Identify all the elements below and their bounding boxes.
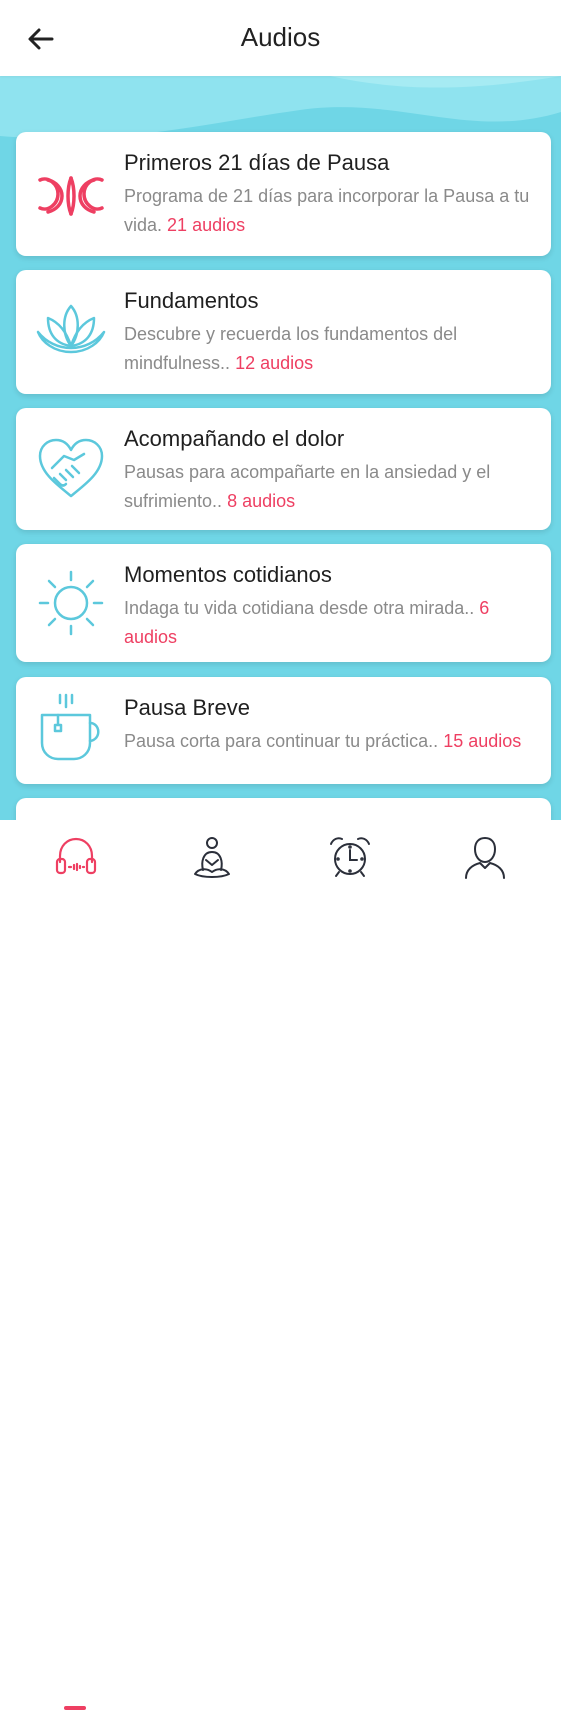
category-description-text: Indaga tu vida cotidiana desde otra mira… (124, 598, 475, 618)
category-card-partial[interactable] (16, 798, 551, 820)
meditation-icon (194, 837, 230, 878)
category-description: Pausa corta para continuar tu práctica..… (124, 727, 537, 756)
audio-count: 21 audios (167, 215, 246, 235)
category-title: Pausa Breve (124, 695, 250, 720)
sun-icon (38, 570, 104, 636)
page-title: Audios (240, 22, 321, 52)
category-card-primeros-21-dias[interactable]: Primeros 21 días de Pausa Programa de 21… (16, 132, 551, 256)
tab-meditation[interactable] (182, 834, 242, 894)
audio-count: 15 audios (443, 731, 522, 751)
alarm-clock-icon (330, 837, 370, 877)
audio-count: 12 audios (235, 353, 314, 373)
category-description: Descubre y recuerda los fundamentos del … (124, 320, 537, 378)
category-title: Momentos cotidianos (124, 562, 332, 587)
lotus-icon (36, 304, 106, 354)
active-tab-indicator (64, 1706, 86, 1710)
app-header: Audios (0, 0, 561, 76)
audio-count: 8 audios (227, 491, 296, 511)
category-list[interactable]: Primeros 21 días de Pausa Programa de 21… (0, 76, 561, 820)
category-card-momentos-cotidianos[interactable]: Momentos cotidianos Indaga tu vida cotid… (16, 544, 551, 662)
category-card-fundamentos[interactable]: Fundamentos Descubre y recuerda los fund… (16, 270, 551, 394)
category-card-acompanando-el-dolor[interactable]: Acompañando el dolor Pausas para acompañ… (16, 408, 551, 530)
heart-handshake-icon (38, 438, 104, 498)
category-card-pausa-breve[interactable]: Pausa Breve Pausa corta para continuar t… (16, 677, 551, 784)
headphones-icon (55, 837, 97, 875)
tab-audios[interactable] (46, 834, 106, 894)
tab-alarm[interactable] (320, 834, 380, 894)
butterfly-icon (38, 176, 104, 216)
category-title: Primeros 21 días de Pausa (124, 150, 390, 175)
category-title: Fundamentos (124, 288, 259, 313)
tea-cup-icon (40, 693, 100, 761)
tab-profile[interactable] (455, 834, 515, 894)
bottom-tab-bar (0, 820, 561, 1710)
category-description: Pausas para acompañarte en la ansiedad y… (124, 458, 537, 516)
category-description-text: Pausas para acompañarte en la ansiedad y… (124, 462, 491, 511)
profile-icon (465, 837, 505, 879)
category-description-text: Pausa corta para continuar tu práctica.. (124, 731, 439, 751)
category-description: Programa de 21 días para incorporar la P… (124, 182, 537, 240)
category-description: Indaga tu vida cotidiana desde otra mira… (124, 594, 537, 652)
category-title: Acompañando el dolor (124, 426, 345, 451)
